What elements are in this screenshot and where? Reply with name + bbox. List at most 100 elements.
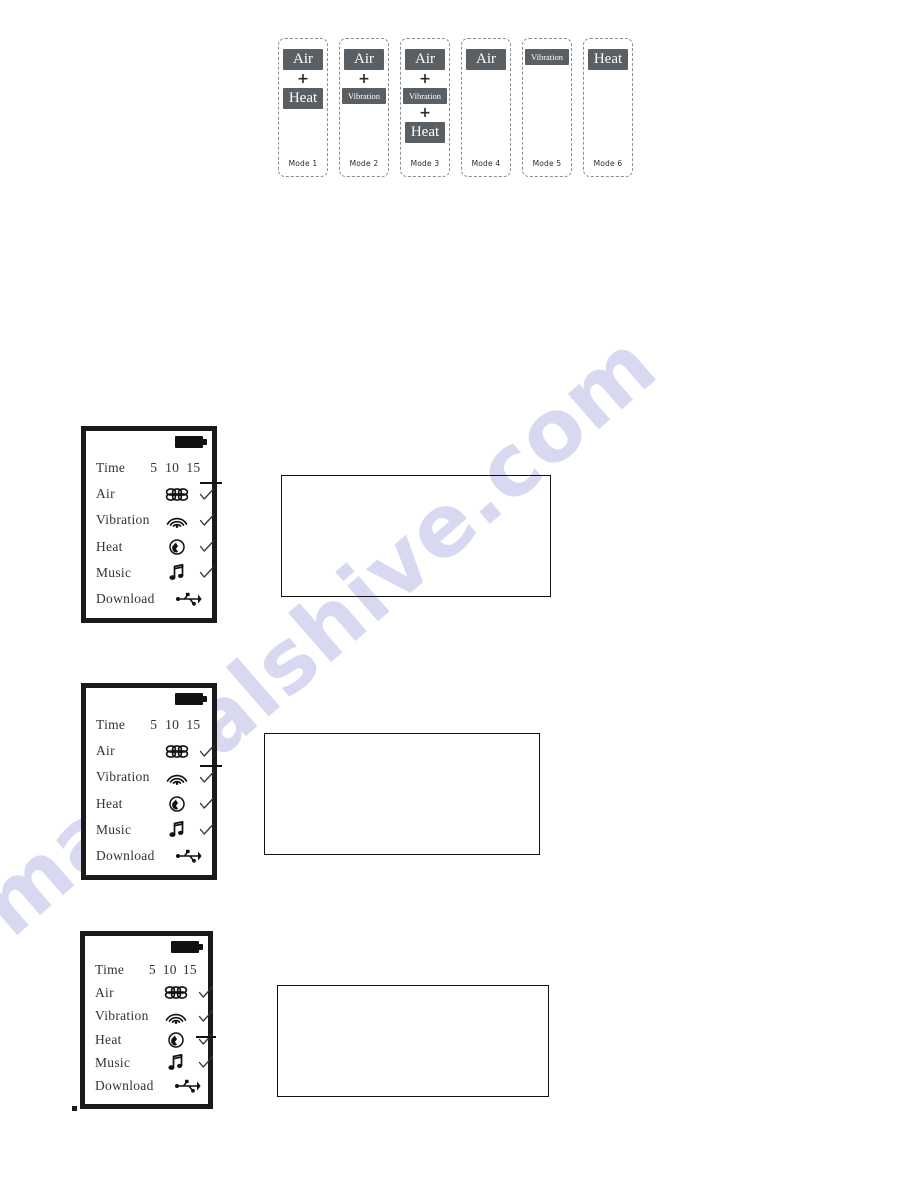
lcd-row-air[interactable]: Air: [95, 981, 214, 1004]
mode-card-label: Mode 4: [471, 159, 501, 168]
battery-full-icon: [175, 436, 207, 448]
row-label: Music: [96, 821, 132, 837]
lcd-row-time: Time 5 10 15: [96, 455, 204, 481]
caption-box-3: [277, 985, 549, 1097]
time-value-15[interactable]: 15: [183, 460, 204, 476]
row-label: Heat: [96, 795, 123, 811]
plus-symbol: +: [419, 105, 431, 121]
check-icon[interactable]: [193, 1010, 219, 1023]
mode-card-label: Mode 5: [532, 159, 562, 168]
time-value-5[interactable]: 5: [146, 460, 162, 476]
callout-pointer-3: [196, 1036, 216, 1038]
check-icon[interactable]: [194, 745, 220, 758]
time-value-15[interactable]: 15: [180, 962, 200, 978]
lcd-row-download[interactable]: Download: [95, 1075, 201, 1098]
lcd-row-music[interactable]: Music: [96, 560, 215, 586]
row-label: Air: [96, 486, 115, 502]
lcd-row-vibration[interactable]: Vibration: [96, 764, 215, 790]
time-value-5[interactable]: 5: [146, 717, 162, 733]
mode-card-label: Mode 6: [593, 159, 623, 168]
chip-heat: Heat: [283, 88, 323, 109]
check-icon[interactable]: [194, 488, 220, 501]
lcd-screen: Time 5 10 15 Air Vibration Heat Music Do…: [86, 431, 215, 618]
lcd-panel-3: Time 5 10 15 Air Vibration Heat Music Do…: [80, 931, 214, 1109]
scan-artifact: [72, 1106, 77, 1111]
row-label: Air: [96, 743, 115, 759]
lcd-row-download[interactable]: Download: [96, 586, 204, 612]
plus-symbol: +: [419, 71, 431, 87]
lcd-screen: Time 5 10 15 Air Vibration Heat Music Do…: [85, 936, 214, 1104]
lcd-row-vibration[interactable]: Vibration: [96, 507, 215, 533]
mode-card-label: Mode 2: [349, 159, 379, 168]
caption-box-1: [281, 475, 551, 597]
lcd-row-vibration[interactable]: Vibration: [95, 1005, 214, 1028]
mode-card-label: Mode 1: [288, 159, 318, 168]
check-icon[interactable]: [194, 540, 220, 553]
time-value-10[interactable]: 10: [162, 460, 183, 476]
vibration-icon: [160, 513, 194, 528]
lcd-row-heat[interactable]: Heat: [96, 791, 215, 817]
battery-full-icon: [171, 941, 203, 953]
lcd-panel-2: Time 5 10 15 Air Vibration Heat Music Do…: [81, 683, 217, 880]
music-icon: [159, 1054, 193, 1071]
manual-page: manualshive.com Air + Heat Mode 1 Air + …: [0, 0, 918, 1188]
callout-pointer-2: [200, 765, 222, 767]
check-icon[interactable]: [193, 1056, 219, 1069]
lcd-row-air[interactable]: Air: [96, 738, 215, 764]
air-icon: [160, 487, 194, 501]
check-icon[interactable]: [194, 771, 220, 784]
check-icon[interactable]: [194, 823, 220, 836]
lcd-panel-1: Time 5 10 15 Air Vibration Heat Music Do…: [81, 426, 217, 623]
check-icon[interactable]: [194, 797, 220, 810]
music-icon: [160, 821, 194, 838]
time-value-5[interactable]: 5: [145, 962, 160, 978]
time-value-15[interactable]: 15: [183, 717, 204, 733]
chip-heat: Heat: [405, 122, 445, 143]
mode-card-3[interactable]: Air + Vibration + Heat Mode 3: [400, 38, 450, 177]
lcd-row-heat[interactable]: Heat: [96, 534, 215, 560]
heat-icon: [160, 795, 194, 812]
heat-icon: [159, 1031, 193, 1048]
air-icon: [160, 744, 194, 758]
mode-card-5[interactable]: Vibration Mode 5: [522, 38, 572, 177]
time-label: Time: [95, 961, 125, 977]
plus-symbol: +: [297, 71, 309, 87]
plus-symbol: +: [358, 71, 370, 87]
lcd-rows: Time 5 10 15 Air Vibration Heat Music Do…: [95, 958, 214, 1098]
vibration-icon: [160, 770, 194, 785]
row-label: Download: [96, 590, 155, 606]
row-label: Vibration: [96, 769, 150, 785]
row-label: Heat: [96, 538, 123, 554]
chip-vibration: Vibration: [403, 88, 447, 104]
music-icon: [160, 564, 194, 581]
mode-cards-row: Air + Heat Mode 1 Air + Vibration Mode 2…: [278, 38, 633, 177]
heat-icon: [160, 538, 194, 555]
mode-card-2[interactable]: Air + Vibration Mode 2: [339, 38, 389, 177]
lcd-row-heat[interactable]: Heat: [95, 1028, 214, 1051]
mode-card-1[interactable]: Air + Heat Mode 1: [278, 38, 328, 177]
battery-full-icon: [175, 693, 207, 705]
check-icon[interactable]: [193, 986, 219, 999]
row-label: Music: [95, 1054, 131, 1070]
lcd-row-download[interactable]: Download: [96, 843, 204, 869]
time-label: Time: [96, 460, 126, 476]
time-value-10[interactable]: 10: [162, 717, 183, 733]
chip-vibration: Vibration: [525, 49, 569, 65]
lcd-screen: Time 5 10 15 Air Vibration Heat Music Do…: [86, 688, 215, 875]
callout-pointer-1: [200, 482, 222, 484]
lcd-rows: Time 5 10 15 Air Vibration Heat Music Do…: [96, 712, 215, 869]
chip-air: Air: [405, 49, 445, 70]
mode-card-4[interactable]: Air Mode 4: [461, 38, 511, 177]
lcd-row-music[interactable]: Music: [96, 817, 215, 843]
check-icon[interactable]: [194, 566, 220, 579]
mode-card-6[interactable]: Heat Mode 6: [583, 38, 633, 177]
lcd-row-air[interactable]: Air: [96, 481, 215, 507]
row-label: Heat: [95, 1031, 122, 1047]
caption-box-2: [264, 733, 540, 855]
usb-icon: [171, 1079, 205, 1093]
check-icon[interactable]: [194, 514, 220, 527]
air-icon: [159, 986, 193, 1000]
lcd-row-music[interactable]: Music: [95, 1051, 214, 1074]
chip-air: Air: [466, 49, 506, 70]
time-value-10[interactable]: 10: [160, 962, 180, 978]
